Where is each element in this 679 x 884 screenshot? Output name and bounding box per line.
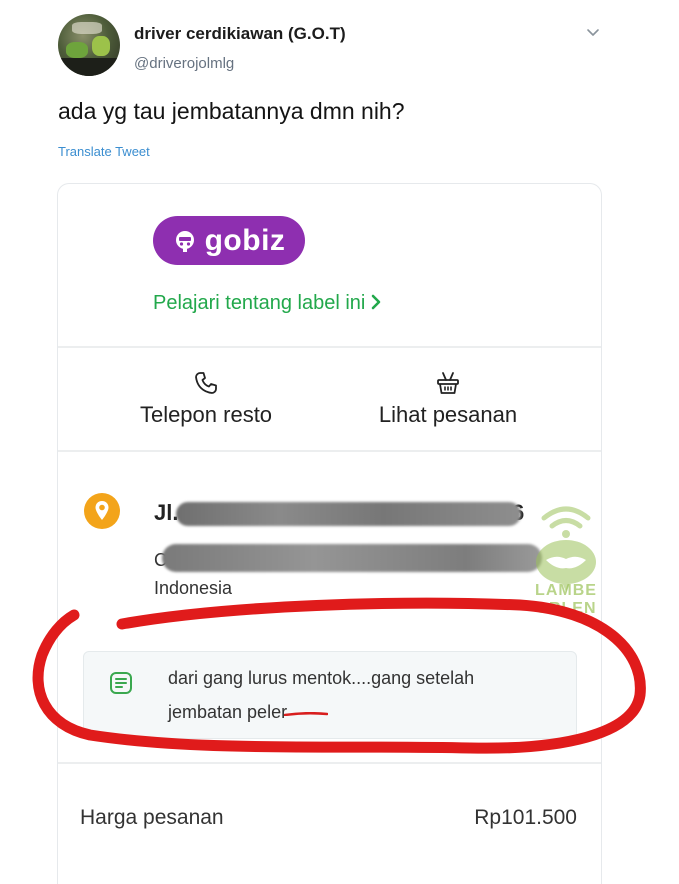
chevron-down-icon[interactable] bbox=[585, 24, 601, 40]
basket-icon bbox=[437, 372, 459, 394]
divider bbox=[58, 762, 601, 764]
address-country: Indonesia bbox=[154, 578, 233, 598]
learn-about-label-text: Pelajari tentang label ini bbox=[153, 292, 366, 314]
view-order-button[interactable]: Lihat pesanan bbox=[348, 370, 548, 428]
location-pin-icon bbox=[84, 493, 120, 529]
phone-icon bbox=[195, 372, 217, 394]
translate-tweet-link[interactable]: Translate Tweet bbox=[58, 144, 150, 159]
gobiz-badge: gobiz bbox=[153, 216, 305, 265]
divider bbox=[58, 450, 601, 452]
watermark-line2: ORLEN bbox=[535, 600, 597, 617]
note-text-line1: dari gang lurus mentok....gang setelah bbox=[168, 668, 475, 688]
call-restaurant-label: Telepon resto bbox=[139, 402, 273, 427]
chevron-right-icon bbox=[372, 294, 381, 310]
divider bbox=[58, 346, 601, 348]
call-restaurant-button[interactable]: Telepon resto bbox=[106, 370, 306, 428]
order-price-label: Harga pesanan bbox=[80, 806, 224, 829]
gobiz-logo-icon bbox=[175, 230, 194, 252]
order-price-value: Rp101.500 bbox=[474, 806, 577, 829]
address-street-start: Jl. bbox=[154, 500, 179, 525]
user-handle[interactable]: @driverojolmlg bbox=[134, 55, 234, 72]
avatar[interactable] bbox=[58, 14, 120, 76]
gobiz-badge-label: gobiz bbox=[204, 223, 286, 257]
note-icon bbox=[110, 672, 132, 694]
watermark-line1: LAMBE bbox=[535, 582, 597, 599]
redaction-bar bbox=[176, 502, 521, 526]
address-street: Jl. bbox=[154, 500, 178, 526]
view-order-label: Lihat pesanan bbox=[378, 402, 518, 427]
watermark-text: LAMBE ORLEN bbox=[516, 582, 601, 618]
redaction-bar bbox=[162, 544, 542, 572]
display-name[interactable]: driver cerdikiawan (G.O.T) bbox=[134, 24, 346, 44]
learn-about-label-link[interactable]: Pelajari tentang label ini bbox=[153, 292, 382, 315]
red-strikethrough bbox=[284, 712, 328, 716]
note-text-line2: jembatan peler bbox=[168, 702, 288, 722]
order-note: dari gang lurus mentok....gang setelah j… bbox=[83, 651, 577, 739]
tweet-text: ada yg tau jembatannya dmn nih? bbox=[58, 98, 405, 124]
embedded-order-card: gobiz Pelajari tentang label ini Telepon… bbox=[57, 183, 602, 884]
